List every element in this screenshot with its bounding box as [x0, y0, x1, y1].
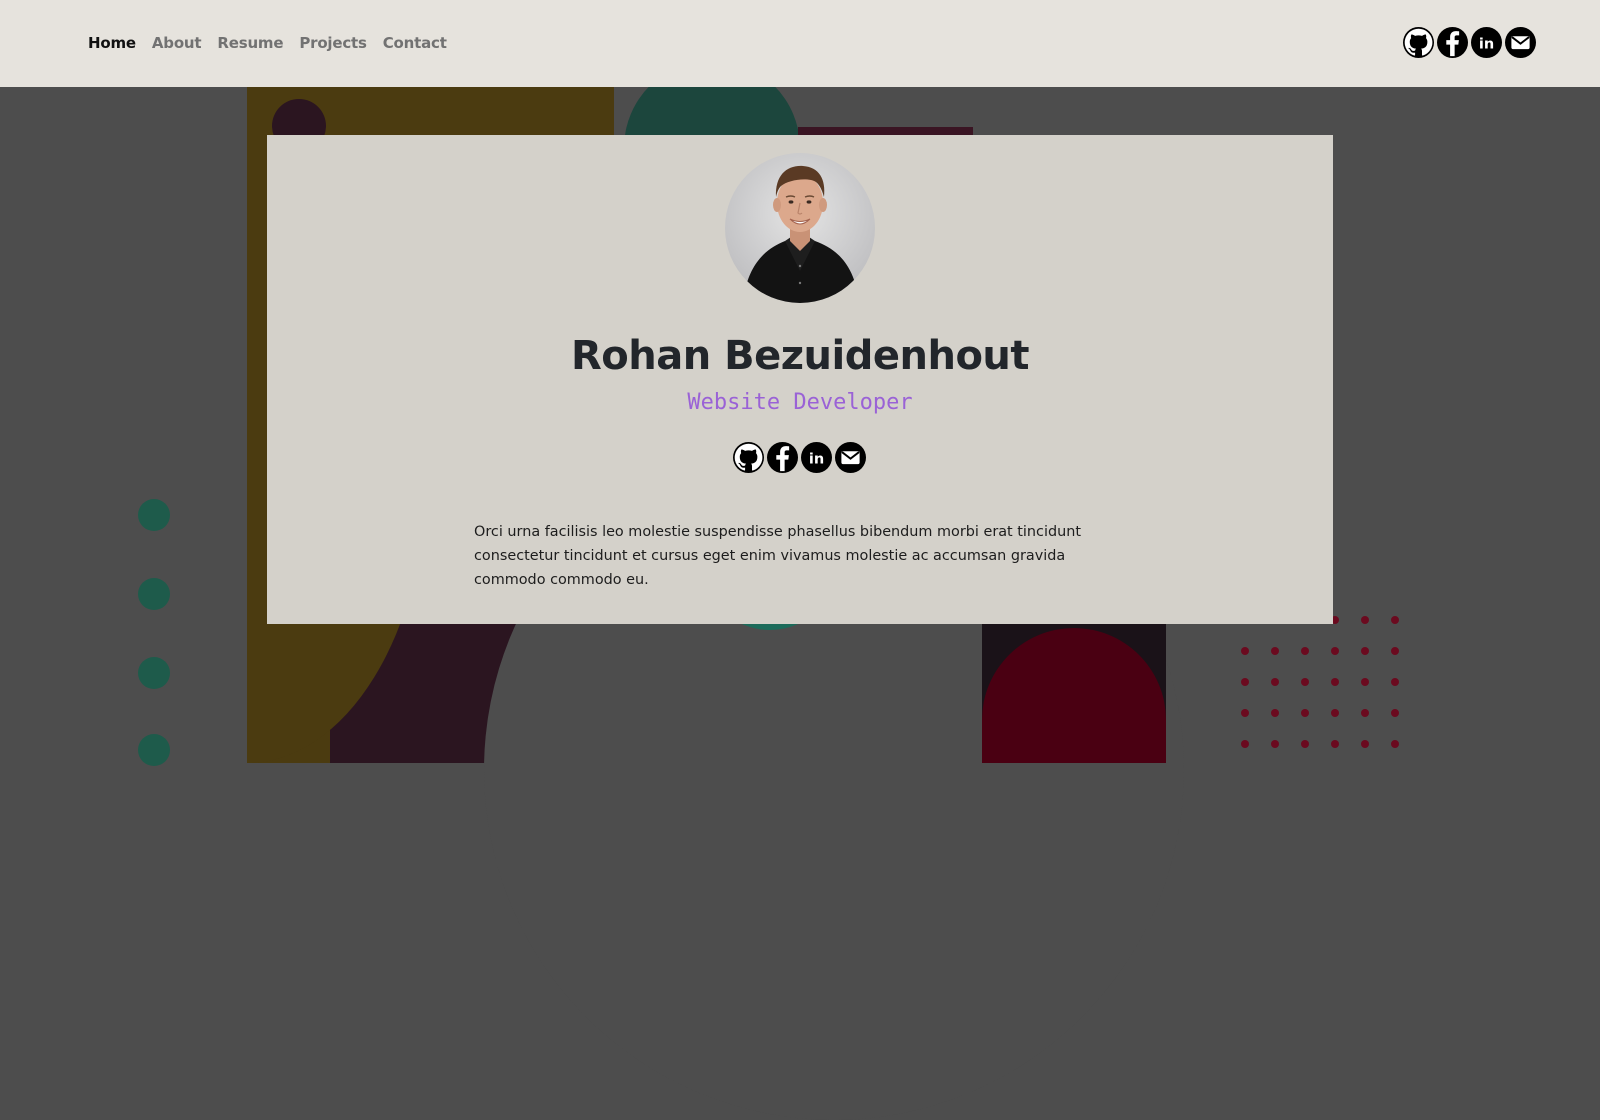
bg-red-dot — [1331, 740, 1339, 748]
bg-red-dot — [1271, 709, 1279, 717]
bg-red-dot — [1241, 647, 1249, 655]
bg-teal-dot — [138, 499, 170, 531]
mail-icon[interactable] — [835, 442, 866, 473]
bg-red-dot — [1391, 616, 1399, 624]
bg-red-dot — [1391, 740, 1399, 748]
bg-red-dot — [1241, 678, 1249, 686]
site-header: Home About Resume Projects Contact in — [0, 0, 1600, 87]
github-icon[interactable] — [1403, 27, 1434, 58]
header-social-links: in — [1403, 27, 1536, 58]
bg-red-dot — [1391, 709, 1399, 717]
profile-card: Rohan Bezuidenhout Website Developer in … — [267, 135, 1333, 624]
bg-red-dot — [1301, 647, 1309, 655]
facebook-icon[interactable] — [767, 442, 798, 473]
bg-red-dot — [1331, 647, 1339, 655]
card-social-links: in — [733, 442, 866, 473]
bg-red-dot — [1361, 740, 1369, 748]
nav-link-contact[interactable]: Contact — [383, 34, 447, 52]
mail-icon[interactable] — [1505, 27, 1536, 58]
bg-red-dot — [1331, 678, 1339, 686]
bg-red-dot — [1301, 709, 1309, 717]
nav-link-about[interactable]: About — [152, 34, 202, 52]
profile-bio: Orci urna facilisis leo molestie suspend… — [474, 524, 1081, 588]
bg-red-dot — [1271, 647, 1279, 655]
facebook-icon[interactable] — [1437, 27, 1468, 58]
avatar — [725, 153, 875, 303]
bg-red-dot — [1271, 740, 1279, 748]
linkedin-icon[interactable]: in — [801, 442, 832, 473]
nav-link-home[interactable]: Home — [88, 34, 136, 52]
bg-red-dot — [1241, 709, 1249, 717]
bg-red-dot — [1361, 709, 1369, 717]
bg-red-dot — [1361, 678, 1369, 686]
bg-teal-dot — [138, 657, 170, 689]
profile-photo — [743, 165, 859, 303]
nav-link-resume[interactable]: Resume — [217, 34, 283, 52]
bg-maroon-strip — [798, 127, 973, 135]
svg-text:in: in — [1479, 36, 1494, 52]
profile-name: Rohan Bezuidenhout — [570, 333, 1030, 379]
bg-red-dot — [1361, 616, 1369, 624]
bg-teal-dot — [138, 734, 170, 766]
bg-red-dot — [1361, 647, 1369, 655]
bg-teal-dot — [138, 578, 170, 610]
github-icon[interactable] — [733, 442, 764, 473]
bg-red-dot — [1331, 709, 1339, 717]
svg-text:in: in — [809, 451, 824, 467]
bg-red-dot — [1301, 740, 1309, 748]
profile-role: Website Developer — [687, 390, 913, 415]
bg-red-dot — [1271, 678, 1279, 686]
bg-red-dot — [1391, 678, 1399, 686]
bg-red-dot — [1301, 678, 1309, 686]
bg-red-dot — [1391, 647, 1399, 655]
main-nav: Home About Resume Projects Contact — [88, 34, 463, 52]
bg-red-dot — [1241, 740, 1249, 748]
nav-link-projects[interactable]: Projects — [299, 34, 367, 52]
linkedin-icon[interactable]: in — [1471, 27, 1502, 58]
